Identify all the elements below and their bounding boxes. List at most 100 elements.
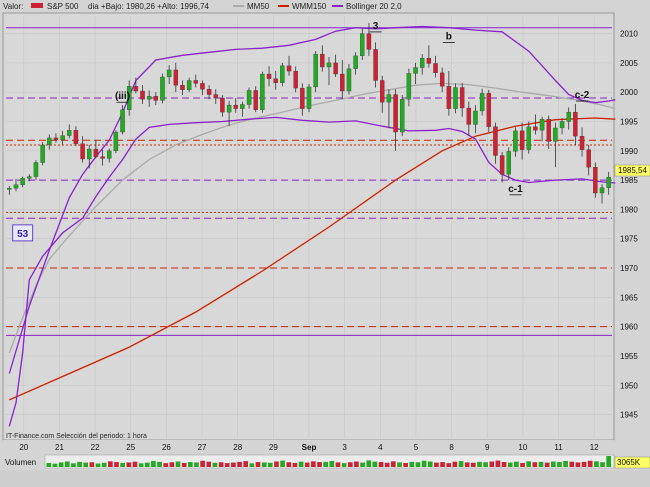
candle-body — [533, 126, 538, 131]
volume-bar — [292, 462, 298, 467]
volume-bar — [163, 463, 169, 467]
volume-bar — [138, 463, 144, 467]
volume-bar — [151, 460, 156, 467]
candle-body — [320, 53, 325, 68]
volume-bar — [489, 461, 495, 467]
candle-body — [47, 137, 52, 146]
candle-body — [286, 65, 292, 72]
volume-bar — [421, 460, 427, 467]
volume-bar — [108, 461, 113, 467]
candle-body — [153, 96, 159, 101]
volume-bar — [477, 461, 482, 467]
candle-body — [33, 162, 39, 177]
volume-bar — [71, 463, 76, 467]
y-tick-label: 1945 — [620, 411, 638, 420]
volume-bar — [317, 462, 322, 467]
valor-label: Valor: — [3, 2, 23, 11]
candle-body — [586, 149, 591, 168]
plot-area — [2, 12, 615, 441]
candle-body — [486, 93, 492, 127]
candle-body — [499, 155, 505, 175]
volume-bar — [464, 462, 470, 467]
volume-bar — [255, 462, 261, 467]
candle-body — [293, 70, 298, 89]
x-tick-label: 12 — [590, 443, 599, 452]
volume-bar — [181, 462, 187, 467]
volume-bar — [563, 460, 568, 467]
volume-bar — [495, 460, 501, 467]
volume-bar — [538, 461, 544, 467]
volume-bar — [188, 462, 193, 467]
candle-body — [506, 151, 511, 175]
annotation-label: 3 — [373, 21, 379, 32]
candle-body — [526, 126, 531, 150]
volume-bar — [218, 462, 224, 467]
volume-bar — [409, 461, 415, 467]
x-tick-label: 22 — [91, 443, 100, 452]
volume-bar — [557, 462, 562, 467]
candle-body — [53, 137, 59, 140]
candle-body — [133, 86, 139, 92]
volume-bar — [606, 456, 611, 467]
annotation-label: 53 — [17, 229, 29, 240]
volume-bar — [452, 461, 458, 467]
x-tick-label: 4 — [378, 443, 383, 452]
volume-bar — [581, 461, 587, 467]
volume-bar — [200, 460, 205, 467]
volume-bar — [532, 462, 538, 467]
candle-body — [206, 89, 212, 95]
candle-body — [406, 73, 412, 100]
volume-bar — [83, 462, 89, 467]
volume-bar — [483, 462, 488, 467]
y-tick-label: 1975 — [620, 235, 638, 244]
candle-body — [73, 130, 79, 144]
volume-bar — [544, 462, 550, 467]
volume-bar — [175, 461, 181, 467]
candle-body — [20, 178, 25, 185]
candle-body — [546, 119, 551, 142]
x-tick-label: 29 — [269, 443, 278, 452]
annotation-label: (iii) — [115, 91, 130, 102]
candle-body — [180, 85, 185, 90]
candle-body — [353, 55, 358, 69]
volume-bar — [157, 461, 162, 467]
volume-bar — [114, 462, 119, 467]
volume-bar — [249, 463, 255, 467]
candle-body — [27, 176, 32, 179]
volume-bar — [569, 461, 575, 467]
volume-bar — [298, 461, 304, 467]
candle-body — [479, 93, 485, 112]
candle-body — [593, 167, 598, 194]
y-tick-label: 2010 — [620, 30, 638, 39]
candle-body — [346, 68, 352, 92]
x-tick-label: 20 — [19, 443, 28, 452]
chart-canvas: Valor: S&P 500 dia +Bajo: 1980,26 +Alto:… — [0, 0, 650, 487]
volume-bar — [231, 462, 236, 467]
candle-body — [160, 76, 165, 101]
candle-body — [340, 73, 345, 92]
candle-body — [13, 184, 19, 189]
volume-bar — [360, 462, 365, 467]
candle-body — [253, 90, 258, 110]
candle-body — [146, 96, 152, 100]
volume-bar — [169, 462, 175, 467]
candle-body — [40, 144, 45, 163]
x-tick-label: 21 — [55, 443, 64, 452]
volume-bar — [101, 462, 107, 467]
candle-body — [466, 107, 472, 125]
candle-body — [380, 80, 385, 103]
candle-body — [493, 126, 498, 156]
candle-body — [107, 150, 112, 159]
volume-bar — [64, 461, 70, 467]
volume-bar — [280, 460, 285, 467]
volume-bar — [446, 463, 452, 467]
last-price-value: 1985,54 — [618, 166, 647, 175]
x-tick-label: 10 — [518, 443, 527, 452]
volume-bar — [304, 462, 310, 467]
candle-body — [166, 69, 172, 78]
candle-body — [67, 130, 72, 136]
volume-bar — [471, 462, 476, 467]
candle-body — [519, 130, 525, 150]
volume-bar — [384, 462, 390, 467]
volume-bar — [427, 461, 433, 467]
